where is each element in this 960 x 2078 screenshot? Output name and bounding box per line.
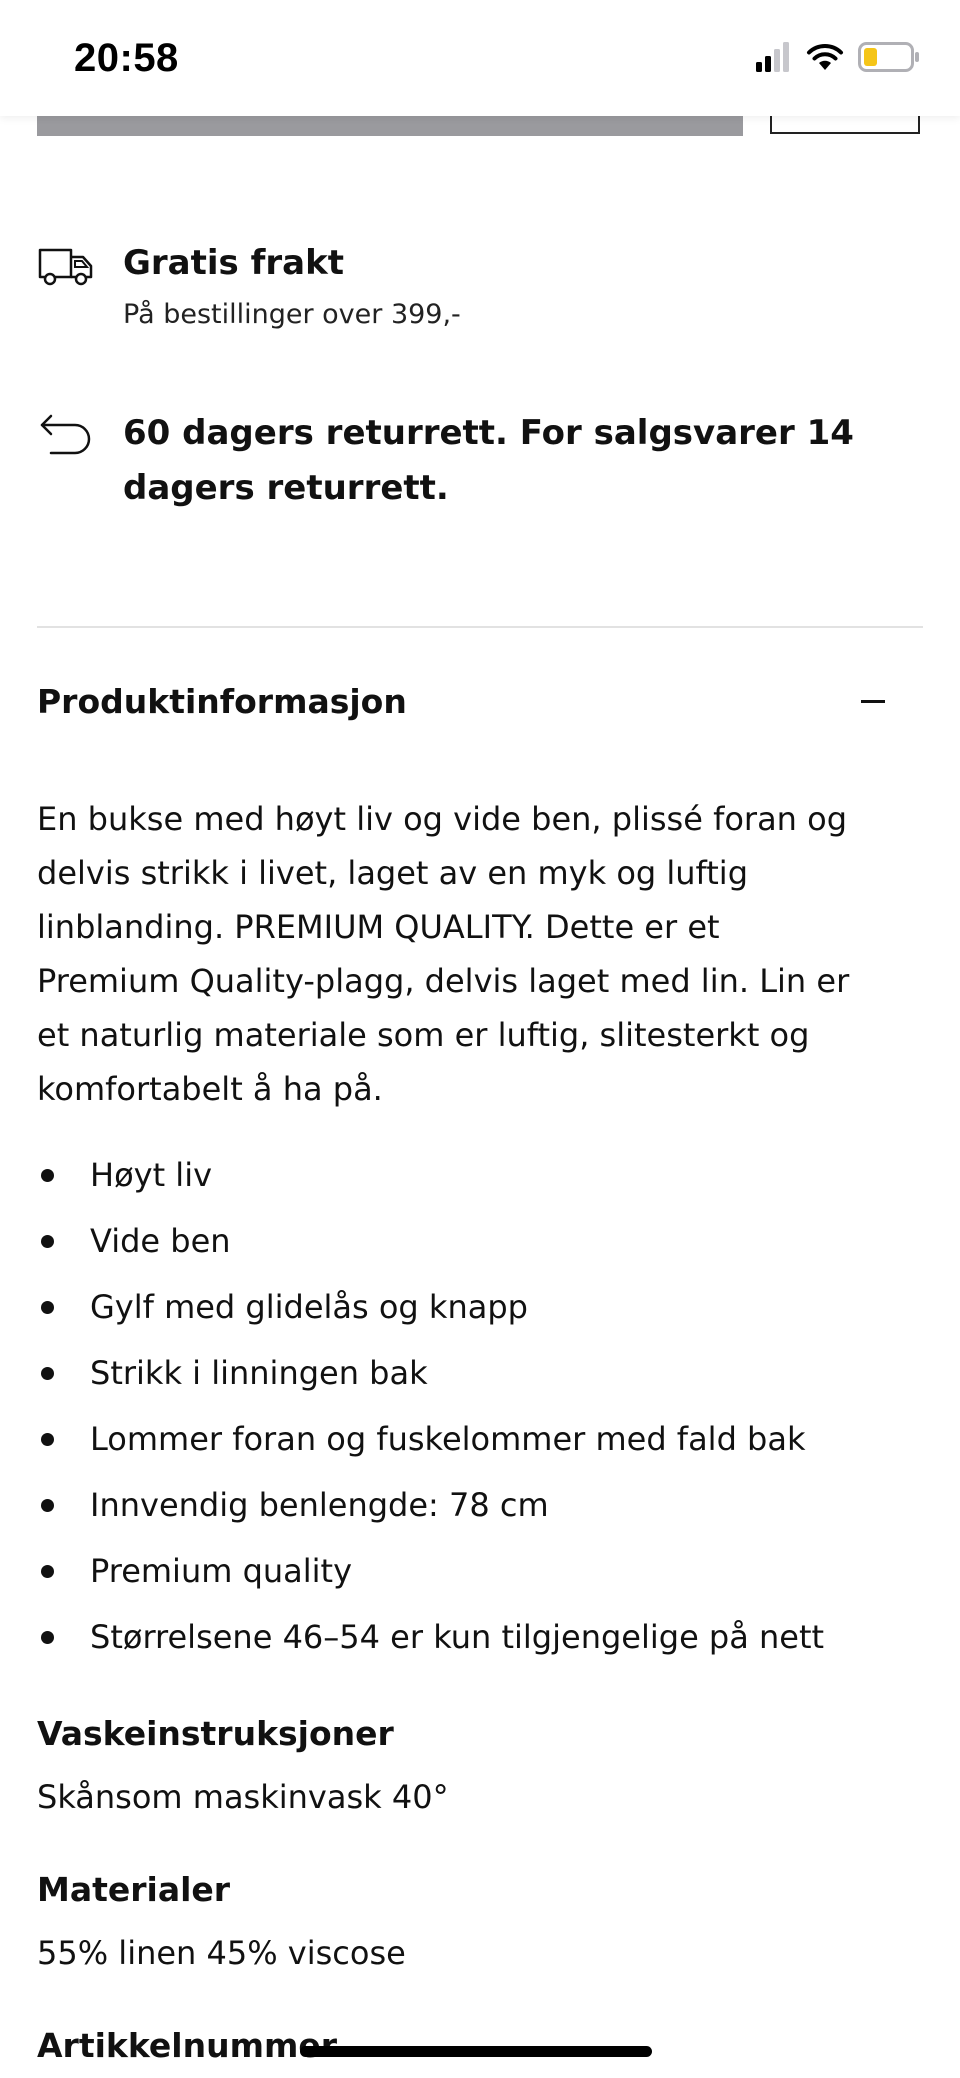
truck-icon: [37, 236, 123, 335]
bullet-icon: [41, 1565, 54, 1578]
shipping-title: Gratis frakt: [123, 243, 344, 283]
add-to-bag-button[interactable]: [37, 116, 743, 136]
shipping-info: Gratis frakt På bestillinger over 399,-: [37, 236, 917, 335]
materials-value: 55% linen 45% viscose: [37, 1934, 406, 1972]
feature-item: Strikk i linningen bak: [37, 1340, 923, 1406]
status-icons: [756, 42, 920, 76]
description-line: delvis strikk i livet, laget av en myk o…: [37, 854, 748, 892]
description-line: Premium Quality-plagg, delvis laget med …: [37, 962, 850, 1000]
feature-item: Premium quality: [37, 1538, 923, 1604]
minus-icon[interactable]: [861, 700, 885, 703]
bullet-icon: [41, 1169, 54, 1182]
feature-item: Vide ben: [37, 1208, 923, 1274]
bullet-icon: [41, 1631, 54, 1644]
cellular-signal-icon: [756, 42, 792, 76]
wifi-icon: [806, 43, 844, 75]
feature-item: Innvendig benlengde: 78 cm: [37, 1472, 923, 1538]
feature-item: Størrelsene 46–54 er kun tilgjengelige p…: [37, 1604, 923, 1670]
materials-label: Materialer: [37, 1870, 231, 1909]
description-line: et naturlig materiale som er luftig, sli…: [37, 1016, 810, 1054]
return-arrow-icon: [37, 406, 123, 516]
bullet-icon: [41, 1367, 54, 1380]
status-bar: 20:58: [0, 0, 960, 116]
description-line: komfortabelt å ha på.: [37, 1070, 383, 1108]
product-info-title: Produktinformasjon: [37, 682, 407, 721]
description-line: linblanding. PREMIUM QUALITY. Dette er e…: [37, 908, 720, 946]
battery-icon: [858, 42, 920, 76]
washing-value: Skånsom maskinvask 40°: [37, 1778, 449, 1816]
status-time: 20:58: [74, 36, 179, 80]
returns-info: 60 dagers returrett. For salgsvarer 14 d…: [37, 406, 917, 516]
shipping-subtitle: På bestillinger over 399,-: [123, 299, 461, 330]
bullet-icon: [41, 1235, 54, 1248]
feature-item: Høyt liv: [37, 1142, 923, 1208]
description-line: En bukse med høyt liv og vide ben, pliss…: [37, 800, 848, 838]
bullet-icon: [41, 1433, 54, 1446]
bullet-icon: [41, 1301, 54, 1314]
article-number-label: Artikkelnummer: [37, 2026, 338, 2065]
home-indicator[interactable]: [300, 2046, 652, 2057]
returns-title-line1: 60 dagers returrett. For salgsvarer 14: [123, 413, 854, 453]
washing-label: Vaskeinstruksjoner: [37, 1714, 394, 1753]
product-info-accordion-header[interactable]: Produktinformasjon: [37, 672, 923, 732]
feature-list: Høyt liv Vide ben Gylf med glidelås og k…: [37, 1142, 923, 1670]
returns-title-line2: dagers returrett.: [123, 468, 449, 508]
section-divider: [37, 626, 923, 628]
product-description: En bukse med høyt liv og vide ben, pliss…: [37, 792, 923, 1116]
bullet-icon: [41, 1499, 54, 1512]
feature-item: Lommer foran og fuskelommer med fald bak: [37, 1406, 923, 1472]
feature-item: Gylf med glidelås og knapp: [37, 1274, 923, 1340]
